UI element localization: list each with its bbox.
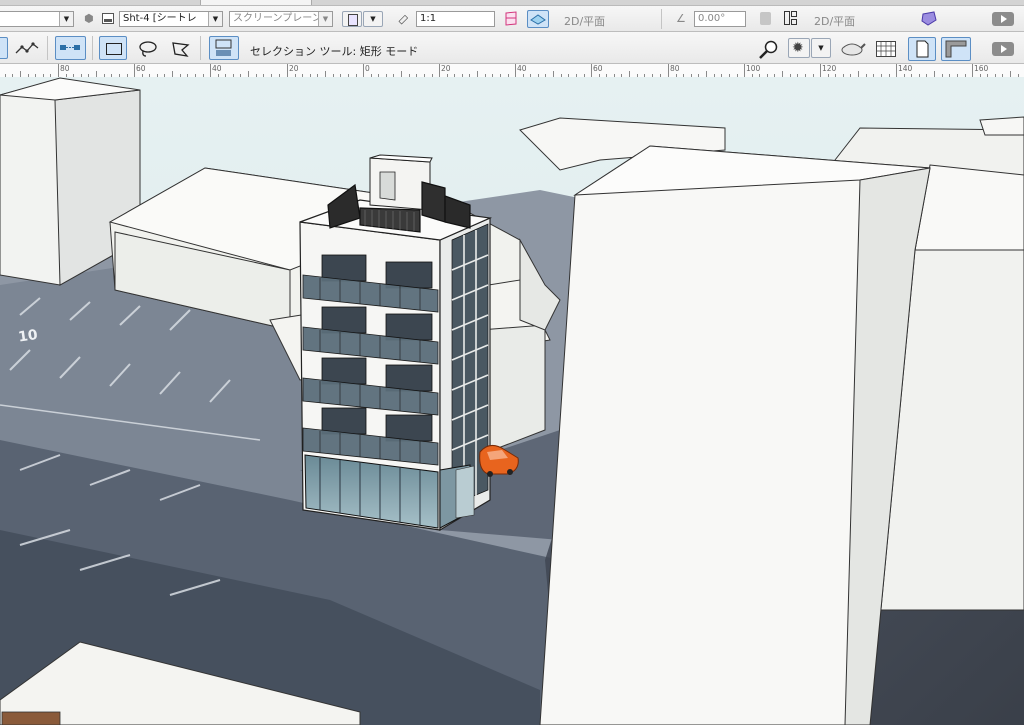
ruler-label: 0	[365, 64, 370, 73]
expand-toolbar-icon[interactable]	[992, 42, 1014, 56]
ruler-major-tick	[287, 64, 288, 77]
design-viewport[interactable]: 10	[0, 77, 1024, 725]
ruler-label: 120	[822, 64, 837, 73]
ruler-major-tick	[972, 64, 973, 77]
ruler-major-tick	[820, 64, 821, 77]
lasso-mode-icon[interactable]	[137, 40, 159, 61]
working-plane-dropdown[interactable]: スクリーンプレーン ▼	[229, 11, 333, 27]
teapot-render-icon[interactable]	[838, 39, 866, 60]
page-icon	[916, 40, 929, 58]
chevron-down-icon: ▼	[208, 12, 222, 26]
ruler-label: 20	[289, 64, 299, 73]
brick-fragment	[1, 711, 61, 725]
section-plane-icon[interactable]	[504, 11, 518, 26]
working-plane-value: スクリーンプレーン	[233, 13, 322, 24]
plan-view-icon	[530, 14, 546, 25]
class-dropdown[interactable]: ▼	[0, 11, 74, 27]
page-boundary-button[interactable]	[908, 37, 936, 61]
snap-object-button[interactable]	[209, 36, 239, 60]
rotation-angle-value: 0.00°	[698, 13, 726, 24]
rulers-button[interactable]	[941, 37, 971, 61]
ruler-major-tick	[439, 64, 440, 77]
tool-status-text: セレクション ツール: 矩形 モード	[250, 45, 419, 58]
sheet-layer-dropdown[interactable]: Sht-4 [シートレ ▼	[119, 11, 223, 27]
ruler-major-tick	[668, 64, 669, 77]
chevron-down-icon: ▼	[59, 12, 73, 26]
view-bar: ▼ ⬢ Sht-4 [シートレ ▼ スクリーンプレーン ▼ ▼ ▭ 1:1 2D…	[0, 6, 1024, 32]
view-layout-icon[interactable]	[784, 11, 797, 25]
settings-button[interactable]: ✹	[788, 38, 810, 58]
sheet-layer-value: Sht-4 [シートレ	[123, 13, 197, 24]
page-setup-button[interactable]	[342, 11, 362, 27]
ruler-label: 80	[670, 64, 680, 73]
polyline-select-icon[interactable]	[14, 41, 40, 60]
snap-object-icon	[215, 39, 232, 56]
ruler-label: 40	[517, 64, 527, 73]
rotation-angle-field[interactable]: 0.00°	[694, 11, 746, 27]
scale-ruler-icon: ▭	[393, 10, 412, 28]
scale-field[interactable]: 1:1	[416, 11, 495, 27]
gear-icon: ✹	[792, 40, 804, 56]
ruler-label: 40	[212, 64, 222, 73]
view-mode-label: 2D/平面	[564, 15, 606, 28]
ruler-major-tick	[58, 64, 59, 77]
rectangle-mode-button[interactable]	[99, 36, 127, 60]
layer-options-icon[interactable]: ⬢	[84, 12, 94, 25]
sheet-layer-icon[interactable]	[102, 13, 114, 24]
ruler-major-tick	[591, 64, 592, 77]
flyover-icon[interactable]	[760, 12, 771, 25]
ruler-major-tick	[363, 64, 364, 77]
ruler-major-tick	[210, 64, 211, 77]
ruler-icon	[945, 40, 967, 58]
chevron-down-icon: ▼	[318, 12, 332, 26]
render-mode-label: 2D/平面	[814, 15, 856, 28]
3d-model-view: 10	[0, 77, 1024, 725]
ruler-label: 100	[746, 64, 761, 73]
ruler-major-tick	[134, 64, 135, 77]
mode-button-partial[interactable]	[0, 37, 8, 59]
chevron-down-icon[interactable]: ▼	[363, 11, 383, 27]
apartment-building	[299, 154, 493, 532]
select-mode-button[interactable]	[55, 36, 86, 60]
angle-icon: ∠	[676, 12, 686, 25]
ruler-major-tick	[744, 64, 745, 77]
ruler-label: 160	[974, 64, 989, 73]
ruler-major-tick	[896, 64, 897, 77]
rectangle-icon	[106, 43, 122, 55]
ruler-label: 60	[136, 64, 146, 73]
tool-mode-bar: セレクション ツール: 矩形 モード ✹ ▼	[0, 32, 1024, 64]
top-plan-view-button[interactable]	[527, 10, 549, 28]
select-points-icon	[60, 45, 80, 50]
parking-number: 10	[17, 327, 39, 346]
expand-toolbar-icon[interactable]	[992, 12, 1014, 26]
page-icon	[348, 14, 358, 26]
ruler-label: 140	[898, 64, 913, 73]
ruler-label: 80	[60, 64, 70, 73]
zoom-tool-icon[interactable]	[758, 39, 782, 62]
grid-icon[interactable]	[876, 41, 896, 60]
ruler-label: 60	[593, 64, 603, 73]
scale-value: 1:1	[420, 13, 437, 24]
polygon-mode-icon[interactable]	[170, 40, 192, 61]
ruler-label: 20	[441, 64, 451, 73]
chevron-down-icon[interactable]: ▼	[811, 38, 831, 58]
active-document-tab[interactable]	[200, 0, 312, 5]
horizontal-ruler: 80 60 40 20 0 20 40 60 80 100 120 140 160	[0, 64, 1024, 78]
render-style-icon[interactable]	[920, 10, 938, 29]
ruler-major-tick	[515, 64, 516, 77]
